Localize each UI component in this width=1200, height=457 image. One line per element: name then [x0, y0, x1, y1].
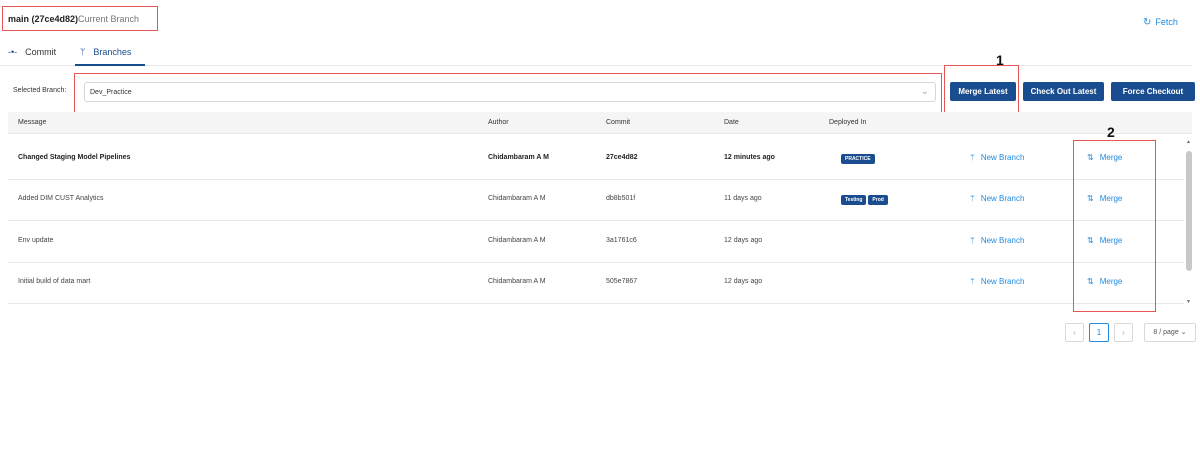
- new-branch-link[interactable]: ᛘ New Branch: [970, 277, 1024, 286]
- deploy-tag: Testing: [841, 195, 867, 205]
- annotation-number-1: 1: [996, 52, 1004, 68]
- branch-icon: ᛘ: [970, 277, 975, 286]
- row-date: 12 minutes ago: [724, 154, 775, 161]
- commit-icon: -•-: [8, 47, 18, 57]
- branch-icon: ᛘ: [970, 153, 975, 162]
- tab-commit-label: Commit: [25, 47, 57, 57]
- current-branch-label: Current Branch: [78, 14, 140, 24]
- next-page-button[interactable]: ›: [1114, 323, 1133, 342]
- row-author: Chidambaram A M: [488, 154, 549, 161]
- new-branch-link[interactable]: ᛘ New Branch: [970, 153, 1024, 162]
- row-message: Initial build of data mart: [18, 278, 91, 285]
- row-commit: 27ce4d82: [606, 154, 638, 161]
- column-header-deployed-in: Deployed In: [829, 119, 867, 126]
- refresh-icon: ↻: [1143, 17, 1152, 28]
- tab-commit[interactable]: -•- Commit: [8, 47, 56, 69]
- header: main (27ce4d82) Current Branch ↻ Fetch: [0, 0, 1200, 40]
- chevron-left-icon: ‹: [1073, 328, 1076, 337]
- active-tab-indicator: [75, 64, 145, 66]
- fetch-label: Fetch: [1155, 17, 1178, 27]
- row-message: Changed Staging Model Pipelines: [18, 154, 131, 161]
- row-date: 12 days ago: [724, 237, 763, 244]
- current-branch-name: main (27ce4d82): [8, 14, 79, 24]
- merge-latest-highlight: [944, 65, 1019, 118]
- annotation-number-2: 2: [1107, 124, 1115, 140]
- column-header-message: Message: [18, 119, 47, 126]
- check-out-latest-button[interactable]: Check Out Latest: [1023, 82, 1104, 101]
- page-size-select[interactable]: 8 / page ⌄: [1144, 323, 1196, 342]
- branch-icon: ᛘ: [80, 47, 86, 57]
- previous-page-button[interactable]: ‹: [1065, 323, 1084, 342]
- selected-branch-label: Selected Branch:: [13, 87, 67, 94]
- scroll-thumb[interactable]: [1186, 151, 1192, 271]
- force-checkout-button[interactable]: Force Checkout: [1111, 82, 1195, 101]
- table-row: Added DIM CUST Analytics Chidambaram A M…: [8, 180, 1184, 221]
- fetch-button[interactable]: ↻ Fetch: [1143, 17, 1178, 28]
- scroll-down-icon[interactable]: ▼: [1186, 299, 1191, 305]
- tab-branches-label: Branches: [93, 47, 132, 57]
- branch-icon: ᛘ: [970, 236, 975, 245]
- new-branch-link[interactable]: ᛘ New Branch: [970, 236, 1024, 245]
- scroll-up-icon[interactable]: ▲: [1186, 139, 1191, 145]
- new-branch-label: New Branch: [980, 194, 1025, 203]
- merge-column-highlight: [1073, 140, 1156, 312]
- page-number-button[interactable]: 1: [1089, 323, 1109, 342]
- table-row: Env update Chidambaram A M 3a1761c6 12 d…: [8, 222, 1184, 263]
- row-message: Added DIM CUST Analytics: [18, 195, 104, 202]
- deploy-tag: Prod: [868, 195, 888, 205]
- chevron-down-icon: ⌄: [1180, 329, 1187, 336]
- deploy-tag: PRACTICE: [841, 154, 875, 164]
- row-date: 12 days ago: [724, 278, 763, 285]
- row-deployed-in: Testing Prod: [841, 194, 890, 205]
- row-commit: db8b501f: [606, 195, 636, 202]
- table-row: Changed Staging Model Pipelines Chidamba…: [8, 139, 1184, 180]
- new-branch-link[interactable]: ᛘ New Branch: [970, 194, 1024, 203]
- row-commit: 3a1761c6: [606, 237, 637, 244]
- branch-select-value: Dev_Practice: [90, 89, 132, 96]
- table-header: Message Author Commit Date Deployed In: [8, 112, 1192, 134]
- tab-bar: -•- Commit ᛘ Branches: [0, 44, 1192, 66]
- branch-select[interactable]: Dev_Practice ⌄: [84, 82, 936, 102]
- page-size-value: 8 / page: [1153, 329, 1179, 336]
- new-branch-label: New Branch: [980, 277, 1025, 286]
- chevron-down-icon: ⌄: [920, 86, 929, 97]
- column-header-author: Author: [488, 119, 509, 126]
- row-author: Chidambaram A M: [488, 237, 546, 244]
- chevron-right-icon: ›: [1122, 328, 1125, 337]
- new-branch-label: New Branch: [980, 236, 1025, 245]
- table-scrollbar[interactable]: ▲ ▼: [1184, 139, 1194, 311]
- row-date: 11 days ago: [724, 195, 762, 202]
- new-branch-label: New Branch: [980, 153, 1025, 162]
- row-commit: 505e7867: [606, 278, 638, 285]
- row-author: Chidambaram A M: [488, 278, 546, 285]
- table-row: Initial build of data mart Chidambaram A…: [8, 263, 1184, 304]
- column-header-commit: Commit: [606, 119, 631, 126]
- row-author: Chidambaram A M: [488, 195, 546, 202]
- row-deployed-in: PRACTICE: [841, 153, 877, 164]
- branch-icon: ᛘ: [970, 194, 975, 203]
- column-header-date: Date: [724, 119, 739, 126]
- row-message: Env update: [18, 237, 54, 244]
